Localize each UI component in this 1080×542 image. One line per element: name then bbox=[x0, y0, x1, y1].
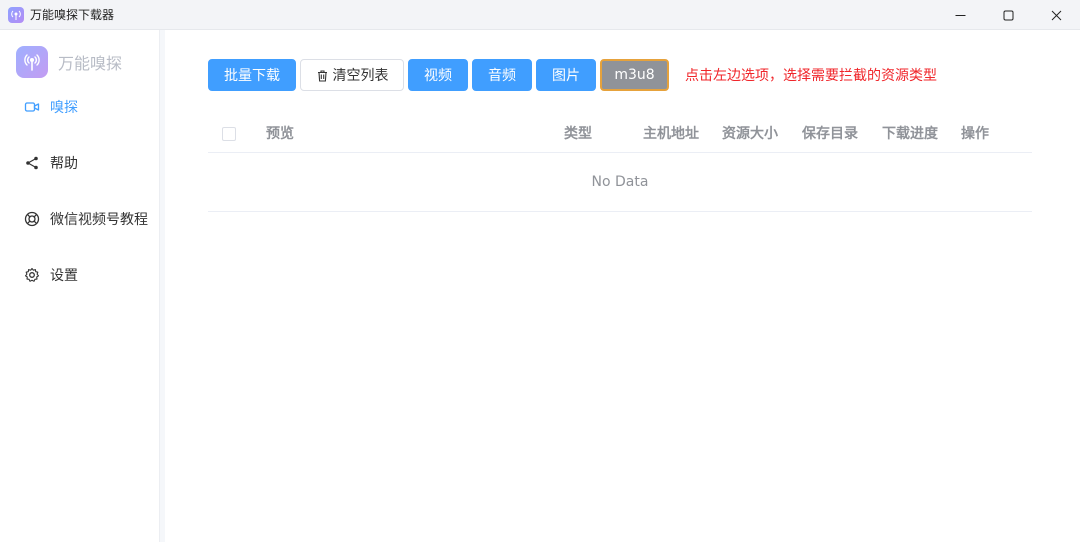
table-header: 预览 类型 主机地址 资源大小 保存目录 下载进度 操作 bbox=[208, 116, 1032, 153]
close-icon bbox=[1051, 10, 1061, 20]
close-button[interactable] bbox=[1032, 0, 1080, 30]
sidebar: 万能嗅探 嗅探 帮助 微信视频号教程 设置 bbox=[0, 30, 160, 542]
sidebar-item-label: 微信视频号教程 bbox=[50, 212, 148, 228]
column-header-host: 主机地址 bbox=[643, 126, 699, 142]
column-header-preview: 预览 bbox=[266, 126, 294, 142]
resource-table: 预览 类型 主机地址 资源大小 保存目录 下载进度 操作 No Data bbox=[208, 116, 1032, 212]
main-panel: 批量下载 清空列表 视频 音频 图片 m3u8 点击左边选项，选择需要拦截的资源… bbox=[165, 30, 1080, 542]
minimize-icon bbox=[955, 14, 965, 16]
table-body: No Data bbox=[208, 153, 1032, 212]
column-header-size: 资源大小 bbox=[722, 126, 778, 142]
sidebar-item-help[interactable]: 帮助 bbox=[24, 153, 78, 173]
column-header-actions: 操作 bbox=[961, 126, 989, 142]
clear-list-button[interactable]: 清空列表 bbox=[300, 59, 404, 91]
app-icon bbox=[8, 6, 24, 23]
toolbar: 批量下载 清空列表 视频 音频 图片 m3u8 点击左边选项，选择需要拦截的资源… bbox=[208, 59, 937, 91]
trash-icon bbox=[317, 69, 327, 82]
batch-download-button[interactable]: 批量下载 bbox=[208, 59, 296, 91]
title-bar: 万能嗅探下载器 bbox=[0, 0, 1080, 30]
column-header-type: 类型 bbox=[564, 126, 592, 142]
empty-state: No Data bbox=[591, 174, 649, 190]
sidebar-item-label: 设置 bbox=[50, 268, 78, 284]
share-icon bbox=[24, 155, 40, 171]
lifebuoy-icon bbox=[24, 211, 40, 227]
sidebar-item-wechat-tutorial[interactable]: 微信视频号教程 bbox=[24, 209, 148, 229]
minimize-button[interactable] bbox=[936, 0, 984, 30]
column-header-save-dir: 保存目录 bbox=[802, 126, 858, 142]
sidebar-item-settings[interactable]: 设置 bbox=[24, 265, 78, 285]
sidebar-item-label: 嗅探 bbox=[50, 100, 78, 116]
radio-tower-icon bbox=[16, 46, 48, 78]
video-camera-icon bbox=[24, 99, 40, 115]
clear-list-label: 清空列表 bbox=[332, 68, 389, 84]
filter-m3u8-button[interactable]: m3u8 bbox=[600, 59, 669, 91]
filter-audio-button[interactable]: 音频 bbox=[472, 59, 532, 91]
select-all-checkbox[interactable] bbox=[222, 127, 236, 141]
gear-icon bbox=[24, 267, 40, 283]
column-header-progress: 下载进度 bbox=[882, 126, 938, 142]
brand: 万能嗅探 bbox=[16, 46, 122, 78]
maximize-button[interactable] bbox=[984, 0, 1032, 30]
sidebar-item-sniff[interactable]: 嗅探 bbox=[24, 97, 78, 117]
window-title: 万能嗅探下载器 bbox=[30, 8, 115, 22]
sidebar-item-label: 帮助 bbox=[50, 156, 78, 172]
filter-video-button[interactable]: 视频 bbox=[408, 59, 468, 91]
filter-image-button[interactable]: 图片 bbox=[536, 59, 596, 91]
maximize-icon bbox=[1003, 10, 1013, 20]
brand-name: 万能嗅探 bbox=[58, 54, 123, 73]
hint-text: 点击左边选项，选择需要拦截的资源类型 bbox=[685, 68, 937, 84]
